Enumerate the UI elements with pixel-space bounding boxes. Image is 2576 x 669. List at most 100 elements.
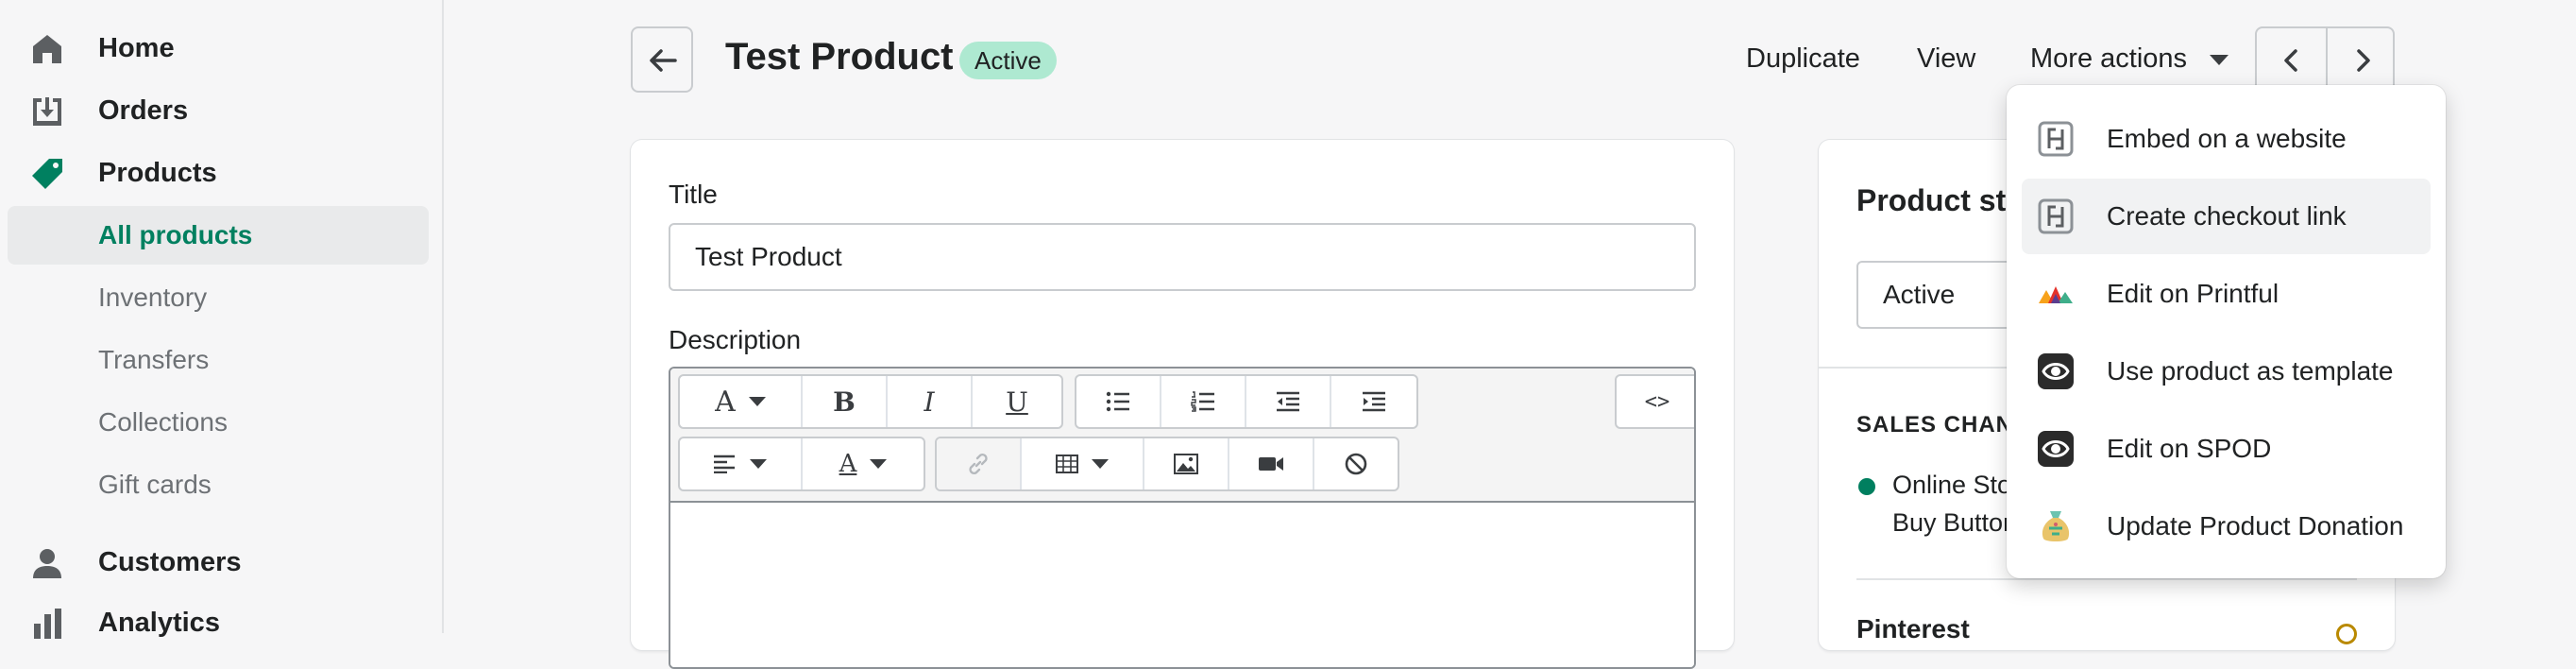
pinterest-section-title: Pinterest (1856, 614, 1970, 643)
outdent-icon (1277, 391, 1299, 412)
source-code-button[interactable]: <> (1617, 376, 1694, 427)
italic-icon: I (924, 386, 935, 418)
menu-item-edit-on-printful[interactable]: Edit on Printful (2022, 256, 2431, 332)
product-status-title: Product st (1856, 183, 2007, 217)
more-actions-menu: Embed on a website Create checkout link … (2007, 85, 2446, 578)
table-icon (1056, 455, 1078, 473)
sidebar-subitem-label: Gift cards (98, 470, 212, 499)
channel-buy-button: Buy Button (1892, 508, 2018, 537)
bold-button[interactable]: B (803, 376, 888, 427)
caret-down-icon (748, 397, 766, 406)
description-label: Description (669, 325, 802, 354)
sidebar-item-analytics[interactable]: Analytics (8, 593, 429, 652)
sidebar-item-orders[interactable]: Orders (8, 81, 429, 140)
sidebar-item-home[interactable]: Home (8, 19, 429, 77)
title-label: Title (669, 180, 718, 209)
menu-item-create-checkout-link[interactable]: Create checkout link (2022, 179, 2431, 254)
link-icon (969, 453, 988, 475)
editor-content-area[interactable] (670, 503, 1694, 667)
table-dropdown[interactable] (1022, 438, 1144, 489)
channel-online-store: Online Stor (1892, 471, 2021, 499)
menu-item-label: Update Product Donation (2107, 511, 2404, 540)
bold-icon: B (833, 386, 856, 418)
duplicate-button[interactable]: Duplicate (1746, 43, 1860, 75)
image-icon (1174, 454, 1198, 474)
sidebar-subitem-label: Inventory (98, 283, 208, 312)
menu-item-label: Edit on Printful (2107, 279, 2279, 308)
sidebar-subitem-collections[interactable]: Collections (8, 393, 429, 452)
sidebar-item-products[interactable]: Products (8, 144, 429, 202)
more-actions-button[interactable]: More actions (2030, 43, 2229, 75)
previous-product-button[interactable] (2257, 28, 2326, 91)
printful-icon (2039, 286, 2073, 303)
numbered-list-icon (1191, 391, 1214, 412)
sidebar-subitem-inventory[interactable]: Inventory (8, 268, 429, 327)
editor-toolbar: A B I U <> A (670, 369, 1694, 503)
caret-down-icon (2210, 54, 2229, 65)
arrow-left-icon (650, 49, 677, 72)
orders-icon (33, 97, 61, 126)
divider (1856, 578, 2357, 580)
spod-icon (2038, 353, 2074, 389)
italic-button[interactable]: I (888, 376, 973, 427)
sidebar-item-label: Customers (98, 546, 242, 577)
sidebar-item-label: Products (98, 157, 217, 188)
pending-status-icon (2336, 624, 2357, 644)
sidebar-item-label: Analytics (98, 607, 220, 638)
text-color-icon: A (839, 450, 857, 478)
bar-chart-icon (34, 609, 61, 639)
more-actions-label: More actions (2030, 43, 2188, 74)
sidebar-subitem-gift-cards[interactable]: Gift cards (8, 455, 429, 514)
menu-item-use-product-as-template[interactable]: Use product as template (2022, 334, 2431, 409)
sidebar-subitem-label: Transfers (98, 345, 210, 374)
description-editor: A B I U <> A (669, 367, 1696, 669)
next-product-button[interactable] (2328, 28, 2397, 91)
bullet-list-icon (1106, 391, 1129, 412)
numbered-list-button[interactable] (1161, 376, 1246, 427)
outdent-button[interactable] (1246, 376, 1331, 427)
donation-bag-icon (2042, 511, 2070, 541)
sidebar: Home Orders Products All products Invent… (0, 0, 444, 639)
align-left-icon (714, 455, 735, 473)
caret-down-icon (1092, 459, 1109, 469)
underline-button[interactable]: U (973, 376, 1061, 427)
chevron-right-icon (2357, 49, 2370, 72)
insert-image-button[interactable] (1144, 438, 1229, 489)
sidebar-subitem-label: Collections (98, 407, 228, 437)
menu-item-label: Embed on a website (2107, 124, 2347, 153)
sales-channels-heading: SALES CHANN (1856, 412, 2031, 437)
text-color-dropdown[interactable]: A (803, 438, 924, 489)
view-button[interactable]: View (1917, 43, 1975, 75)
list-group (1075, 374, 1418, 429)
clear-formatting-button[interactable] (1314, 438, 1398, 489)
caret-down-icon (870, 459, 888, 469)
sidebar-subitem-all-products[interactable]: All products (8, 206, 429, 265)
caret-down-icon (750, 459, 767, 469)
title-input[interactable]: Test Product (669, 223, 1696, 291)
menu-item-edit-on-spod[interactable]: Edit on SPOD (2022, 411, 2431, 487)
channel-status-dot (1858, 478, 1875, 495)
underline-icon: U (1006, 386, 1028, 418)
font-style-dropdown[interactable]: A (680, 376, 803, 427)
page-title: Test Product (725, 36, 954, 77)
sidebar-subitem-transfers[interactable]: Transfers (8, 331, 429, 389)
block-icon (1345, 453, 1367, 475)
text-format-group: A B I U (678, 374, 1063, 429)
sidebar-subitem-label: All products (98, 220, 253, 249)
align-dropdown[interactable] (680, 438, 803, 489)
bullet-list-button[interactable] (1076, 376, 1161, 427)
chevron-left-icon (2284, 49, 2297, 72)
sidebar-item-label: Orders (98, 94, 189, 126)
sidebar-item-customers[interactable]: Customers (8, 533, 429, 592)
back-button[interactable] (631, 26, 693, 93)
code-icon: <> (1644, 389, 1670, 414)
product-pagination (2255, 26, 2395, 93)
menu-item-embed-on-website[interactable]: Embed on a website (2022, 101, 2431, 177)
person-icon (33, 549, 61, 578)
link-button[interactable] (937, 438, 1022, 489)
sidebar-item-label: Home (98, 32, 175, 63)
menu-item-update-product-donation[interactable]: Update Product Donation (2022, 489, 2431, 564)
indent-button[interactable] (1331, 376, 1416, 427)
buy-button-icon (2038, 121, 2074, 157)
insert-video-button[interactable] (1229, 438, 1314, 489)
